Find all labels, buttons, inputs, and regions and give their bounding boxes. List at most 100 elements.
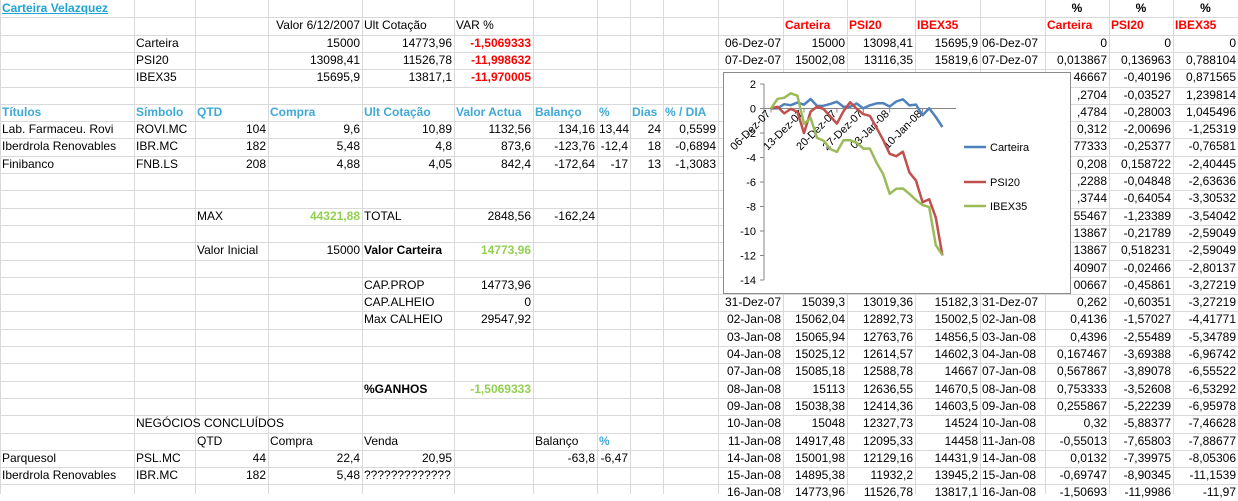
right-pct-psi20[interactable]: -11,9986 xyxy=(1111,484,1171,501)
portfolio-valor[interactable]: 15000 xyxy=(270,35,360,52)
titulos-cell[interactable]: 4,05 xyxy=(364,156,452,173)
right-pct-carteira[interactable]: 0,32 xyxy=(1047,415,1107,432)
right-ibex35[interactable]: 14667 xyxy=(917,363,978,380)
valor-inicial-value[interactable]: 15000 xyxy=(270,242,360,259)
right-pct-ibex35[interactable]: 1,239814 xyxy=(1175,87,1236,104)
right-date2[interactable]: 16-Jan-08 xyxy=(982,484,1043,501)
negocios-qtd[interactable]: 182 xyxy=(197,467,266,484)
right-pct-header[interactable]: % xyxy=(1111,0,1171,17)
right-pct-ibex35[interactable]: 0,871565 xyxy=(1175,69,1236,86)
portfolio-var[interactable]: -1,5069333 xyxy=(456,35,531,52)
right-pct-ibex35[interactable]: -3,27219 xyxy=(1175,294,1236,311)
right-pct-psi20[interactable]: -0,02466 xyxy=(1111,260,1171,277)
header-ult[interactable]: Ult Cotação xyxy=(364,17,452,34)
titulos-cell[interactable]: 18 xyxy=(632,138,661,155)
right-pct-psi20[interactable]: 0,158722 xyxy=(1111,156,1171,173)
right-date[interactable]: 07-Dez-07 xyxy=(720,52,781,69)
right-pct-psi20[interactable]: -0,04848 xyxy=(1111,173,1171,190)
right-pct-ibex35[interactable]: -6,55522 xyxy=(1175,363,1236,380)
right-date[interactable]: 08-Jan-08 xyxy=(720,381,781,398)
right-pct-carteira[interactable]: 0 xyxy=(1047,35,1107,52)
right-pct-psi20[interactable]: -2,55489 xyxy=(1111,329,1171,346)
right-psi20[interactable]: 12327,73 xyxy=(849,415,913,432)
negocios-compra[interactable]: 22,4 xyxy=(270,450,360,467)
right-pct-psi20[interactable]: -5,88377 xyxy=(1111,415,1171,432)
right-pct-ibex35[interactable]: -2,40445 xyxy=(1175,156,1236,173)
right-pct-ibex35[interactable]: -2,80137 xyxy=(1175,260,1236,277)
right-date[interactable]: 06-Dez-07 xyxy=(720,35,781,52)
right-psi20[interactable]: 12636,55 xyxy=(849,381,913,398)
cap-value[interactable]: 29547,92 xyxy=(456,311,531,328)
right-header-pcarteira[interactable]: Carteira xyxy=(1047,17,1107,34)
total-balanco[interactable]: -162,24 xyxy=(535,208,595,225)
right-pct-psi20[interactable]: 0,518231 xyxy=(1111,242,1171,259)
max-value[interactable]: 44321,88 xyxy=(270,208,360,225)
right-date[interactable]: 03-Jan-08 xyxy=(720,329,781,346)
right-ibex35[interactable]: 14602,3 xyxy=(917,346,978,363)
valor-carteira-label[interactable]: Valor Carteira xyxy=(364,242,452,259)
right-pct-psi20[interactable]: 0,136963 xyxy=(1111,52,1171,69)
cap-label[interactable]: Max CALHEIO xyxy=(364,311,452,328)
right-date2[interactable]: 31-Dez-07 xyxy=(982,294,1043,311)
right-ibex35[interactable]: 15819,6 xyxy=(917,52,978,69)
right-header-pibex35[interactable]: IBEX35 xyxy=(1175,17,1236,34)
right-pct-carteira[interactable]: -1,50693 xyxy=(1047,484,1107,501)
right-pct-psi20[interactable]: 0 xyxy=(1111,35,1171,52)
titulos-cell[interactable]: 873,6 xyxy=(456,138,531,155)
titulos-cell[interactable]: 0,5599 xyxy=(665,121,716,138)
titulos-header[interactable]: Símbolo xyxy=(136,104,193,121)
portfolio-var[interactable]: -11,970005 xyxy=(456,69,531,86)
right-ibex35[interactable]: 15182,3 xyxy=(917,294,978,311)
right-date2[interactable]: 08-Jan-08 xyxy=(982,381,1043,398)
right-pct-ibex35[interactable]: -3,27219 xyxy=(1175,277,1236,294)
titulos-cell[interactable]: FNB.LS xyxy=(136,156,193,173)
titulos-cell[interactable]: ROVI.MC xyxy=(136,121,193,138)
right-pct-psi20[interactable]: -0,60351 xyxy=(1111,294,1171,311)
right-date[interactable]: 09-Jan-08 xyxy=(720,398,781,415)
right-pct-carteira[interactable]: 0,255867 xyxy=(1047,398,1107,415)
titulos-cell[interactable]: 4,88 xyxy=(270,156,360,173)
portfolio-name[interactable]: IBEX35 xyxy=(136,69,193,86)
right-pct-ibex35[interactable]: -6,95978 xyxy=(1175,398,1236,415)
right-pct-psi20[interactable]: -3,69388 xyxy=(1111,346,1171,363)
titulos-cell[interactable]: Iberdrola Renovables xyxy=(2,138,132,155)
right-pct-psi20[interactable]: -3,52608 xyxy=(1111,381,1171,398)
right-carteira[interactable]: 15113 xyxy=(785,381,845,398)
negocios-balanco[interactable]: -63,8 xyxy=(535,450,595,467)
right-carteira[interactable]: 15025,12 xyxy=(785,346,845,363)
right-date[interactable]: 31-Dez-07 xyxy=(720,294,781,311)
right-psi20[interactable]: 13019,36 xyxy=(849,294,913,311)
right-date2[interactable]: 07-Jan-08 xyxy=(982,363,1043,380)
right-date[interactable]: 15-Jan-08 xyxy=(720,467,781,484)
right-pct-psi20[interactable]: -0,21789 xyxy=(1111,225,1171,242)
portfolio-ult[interactable]: 14773,96 xyxy=(364,35,452,52)
right-pct-ibex35[interactable]: -1,25319 xyxy=(1175,121,1236,138)
right-date2[interactable]: 15-Jan-08 xyxy=(982,467,1043,484)
negocios-venda[interactable]: 20,95 xyxy=(364,450,452,467)
right-pct-ibex35[interactable]: 1,045496 xyxy=(1175,104,1236,121)
right-pct-ibex35[interactable]: -2,63636 xyxy=(1175,173,1236,190)
portfolio-ult[interactable]: 11526,78 xyxy=(364,52,452,69)
right-pct-carteira[interactable]: 0,4136 xyxy=(1047,311,1107,328)
right-pct-ibex35[interactable]: -11,1539 xyxy=(1175,467,1236,484)
negocios-qtd[interactable]: 44 xyxy=(197,450,266,467)
portfolio-ult[interactable]: 13817,1 xyxy=(364,69,452,86)
right-pct-ibex35[interactable]: -5,34789 xyxy=(1175,329,1236,346)
valor-carteira-value[interactable]: 14773,96 xyxy=(456,242,531,259)
right-pct-carteira[interactable]: -0,55013 xyxy=(1047,433,1107,450)
right-pct-psi20[interactable]: -0,45861 xyxy=(1111,277,1171,294)
titulos-header[interactable]: QTD xyxy=(197,104,266,121)
right-carteira[interactable]: 15065,94 xyxy=(785,329,845,346)
spreadsheet[interactable]: Carteira Velazquez Valor 6/12/2007 Ult Cot… xyxy=(0,0,1238,499)
right-ibex35[interactable]: 14603,5 xyxy=(917,398,978,415)
right-carteira[interactable]: 15038,38 xyxy=(785,398,845,415)
cap-value[interactable]: 0 xyxy=(456,294,531,311)
right-ibex35[interactable]: 14431,9 xyxy=(917,450,978,467)
right-header-ibex35[interactable]: IBEX35 xyxy=(917,17,978,34)
titulos-cell[interactable]: 1132,56 xyxy=(456,121,532,138)
right-pct-ibex35[interactable]: -11,97 xyxy=(1175,484,1236,501)
right-pct-ibex35[interactable]: -3,30532 xyxy=(1175,190,1236,207)
right-date[interactable]: 10-Jan-08 xyxy=(720,415,781,432)
titulos-cell[interactable]: 24 xyxy=(632,121,661,138)
negocios-name[interactable]: Iberdrola Renovables xyxy=(2,467,132,484)
